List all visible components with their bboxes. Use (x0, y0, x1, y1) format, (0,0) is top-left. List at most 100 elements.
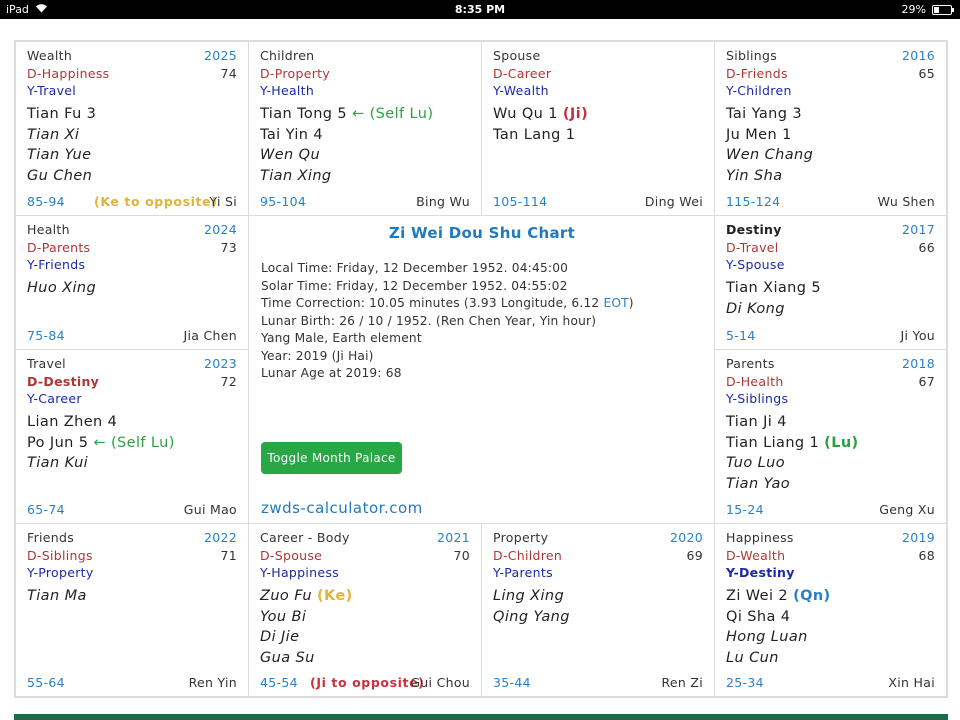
palace-year: 2019 (901, 530, 935, 545)
star-list: Tian Fu 3 Tian Xi Tian Yue Gu Chen (27, 104, 96, 186)
palace-year: 2018 (901, 356, 935, 371)
palace-name: Happiness (726, 530, 794, 545)
palace-parents: Parents 2018 D-Health 67 Y-Siblings Tian… (715, 350, 946, 524)
clock: 8:35 PM (454, 3, 506, 16)
palace-health: Health 2024 D-Parents 73 Y-Friends Huo X… (16, 216, 249, 350)
palace-age: 65 (918, 66, 935, 81)
star: Tian Xing (260, 167, 332, 184)
palace-branch: Ji You (900, 328, 935, 343)
star: Tan Lang 1 (493, 126, 576, 143)
palace-year: 2016 (901, 48, 935, 63)
palace-yearly: Y-Spouse (726, 257, 785, 272)
palace-year: 2021 (436, 530, 470, 545)
lunar-age: Lunar Age at 2019: 68 (261, 366, 402, 380)
palace-branch: Ren Zi (661, 675, 703, 690)
star-name: Zi Wei 2 (726, 588, 789, 604)
status-bar: iPad 8:35 PM 29% (0, 0, 960, 19)
star: Tian Xi (27, 126, 80, 143)
star: Wen Chang (726, 147, 814, 164)
zwds-chart-grid: Wealth 2025 D-Happiness 74 Y-Travel Tian… (14, 40, 948, 698)
palace-year: 2017 (901, 222, 935, 237)
palace-branch: Jia Chen (183, 328, 237, 343)
palace-name: Friends (27, 530, 75, 545)
star-list: Huo Xing (27, 278, 96, 299)
chart-info-panel: Zi Wei Dou Shu Chart Local Time: Friday,… (249, 216, 715, 524)
star-name: Wu Qu 1 (493, 106, 558, 122)
palace-name: Spouse (493, 48, 541, 63)
star-list: Tai Yang 3 Ju Men 1 Wen Chang Yin Sha (726, 104, 813, 186)
palace-name: Destiny (726, 222, 782, 237)
palace-note: (Ke to opposite) (94, 194, 218, 209)
palace-decade: D-Property (260, 66, 331, 81)
palace-note: (Ji to opposite) (310, 675, 425, 690)
star-name: Zuo Fu (260, 588, 312, 604)
star: Tian Xiang 5 (726, 280, 822, 296)
star: Huo Xing (27, 280, 97, 296)
palace-branch: Ren Yin (188, 675, 237, 690)
palace-range: 5-14 (726, 328, 756, 343)
palace-decade: D-Siblings (27, 548, 93, 563)
palace-range: 95-104 (260, 194, 307, 209)
palace-decade: D-Health (726, 374, 784, 389)
palace-branch: Wu Shen (877, 194, 935, 209)
palace-name: Travel (27, 356, 66, 371)
palace-name: Wealth (27, 48, 73, 63)
chart-year: Year: 2019 (Ji Hai) (261, 348, 374, 363)
palace-decade: D-Wealth (726, 548, 786, 563)
footer-bar (14, 714, 948, 720)
star: Tian Yao (726, 475, 791, 492)
palace-age: 66 (918, 240, 935, 255)
star-list: Tian Ji 4 Tian Liang 1 (Lu) Tuo Luo Tian… (726, 412, 859, 494)
birth-info: Local Time: Friday, 12 December 1952. 04… (261, 260, 634, 383)
star: Yin Sha (726, 167, 783, 184)
palace-year: 2024 (203, 222, 237, 237)
star-name: Tian Liang 1 (726, 434, 820, 451)
star: Tian Kui (27, 455, 89, 472)
palace-decade: D-Destiny (27, 374, 100, 389)
palace-travel: Travel 2023 D-Destiny 72 Y-Career Lian Z… (16, 350, 249, 524)
star: Ling Xing (493, 588, 565, 604)
star-list: Tian Tong 5 ← (Self Lu) Tai Yin 4 Wen Qu… (260, 104, 433, 186)
site-link[interactable]: zwds-calculator.com (261, 499, 423, 517)
palace-destiny: Destiny 2017 D-Travel 66 Y-Spouse Tian X… (715, 216, 946, 350)
palace-range: 55-64 (27, 675, 65, 690)
lunar-birth: Lunar Birth: 26 / 10 / 1952. (Ren Chen Y… (261, 313, 597, 328)
palace-age: 70 (453, 548, 470, 563)
palace-yearly: Y-Travel (27, 83, 77, 98)
palace-year: 2022 (203, 530, 237, 545)
star: Di Kong (726, 300, 785, 317)
palace-range: 85-94 (27, 194, 65, 209)
palace-decade: D-Happiness (27, 66, 110, 81)
star: Lu Cun (726, 649, 779, 666)
palace-name: Children (260, 48, 315, 63)
star: Tian Fu 3 (27, 106, 97, 122)
eot-link[interactable]: EOT (603, 296, 628, 310)
palace-age: 72 (220, 374, 237, 389)
star: Tian Yue (27, 147, 92, 164)
solar-time: Solar Time: Friday, 12 December 1952. 04… (261, 278, 568, 293)
palace-spouse: Spouse D-Career Y-Wealth Wu Qu 1 (Ji) Ta… (482, 42, 715, 216)
palace-branch: Gui Mao (183, 502, 237, 517)
star: Tai Yin 4 (260, 126, 323, 143)
palace-decade: D-Travel (726, 240, 779, 255)
palace-year: 2023 (203, 356, 237, 371)
palace-yearly: Y-Friends (27, 257, 86, 272)
ke-tag: (Ke) (316, 588, 353, 604)
palace-name: Parents (726, 356, 775, 371)
star: Qing Yang (493, 608, 570, 625)
palace-yearly: Y-Destiny (726, 565, 795, 580)
palace-age: 67 (918, 374, 935, 389)
star-list: Zi Wei 2 (Qn) Qi Sha 4 Hong Luan Lu Cun (726, 586, 831, 668)
palace-range: 25-34 (726, 675, 764, 690)
star: Gu Chen (27, 167, 93, 184)
palace-decade: D-Children (493, 548, 563, 563)
palace-range: 35-44 (493, 675, 531, 690)
palace-decade: D-Spouse (260, 548, 323, 563)
toggle-month-palace-button[interactable]: Toggle Month Palace (261, 442, 402, 474)
palace-yearly: Y-Siblings (726, 391, 789, 406)
star-name: Tian Tong 5 (260, 106, 348, 122)
gender-element: Yang Male, Earth element (261, 331, 422, 345)
palace-branch: Gui Chou (410, 675, 470, 690)
star: Lian Zhen 4 (27, 414, 118, 430)
star: Tian Liang 1 (Lu) (726, 433, 859, 454)
